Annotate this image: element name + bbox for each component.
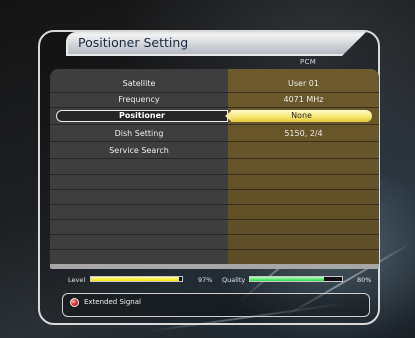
row-service-search-label[interactable]: Service Search (50, 144, 228, 158)
row-divider (50, 158, 379, 159)
row-service-search-value[interactable] (228, 144, 379, 158)
row-divider (50, 124, 379, 125)
level-label: Level (68, 276, 86, 284)
level-bar-fill (91, 277, 180, 281)
row-divider (50, 141, 379, 142)
row-satellite-value[interactable]: User 01 (228, 77, 379, 91)
row-positioner-label[interactable]: Positioner (56, 110, 228, 122)
row-divider (50, 219, 379, 220)
row-divider (50, 189, 379, 190)
row-positioner-value[interactable]: None (231, 110, 372, 122)
row-divider (50, 107, 379, 108)
list-bottom-bar (50, 264, 379, 269)
subtitle-label: PCM (300, 58, 317, 66)
row-divider (50, 249, 379, 250)
row-divider (50, 204, 379, 205)
red-button-icon[interactable] (70, 298, 79, 307)
row-divider (50, 174, 379, 175)
level-value: 97% (198, 276, 213, 284)
level-bar (90, 276, 183, 282)
quality-value: 80% (357, 276, 372, 284)
page-title: Positioner Setting (78, 35, 189, 50)
row-dish-setting-value[interactable]: 5150, 2/4 (228, 127, 379, 141)
quality-bar-fill (250, 277, 324, 281)
extended-signal-label[interactable]: Extended Signal (84, 298, 141, 306)
quality-label: Quality (222, 276, 246, 284)
row-frequency-label[interactable]: Frequency (50, 93, 228, 107)
row-dish-setting-label[interactable]: Dish Setting (50, 127, 228, 141)
row-frequency-value[interactable]: 4071 MHz (228, 93, 379, 107)
row-satellite-label[interactable]: Satellite (50, 77, 228, 91)
row-divider (50, 234, 379, 235)
quality-bar (249, 276, 343, 282)
